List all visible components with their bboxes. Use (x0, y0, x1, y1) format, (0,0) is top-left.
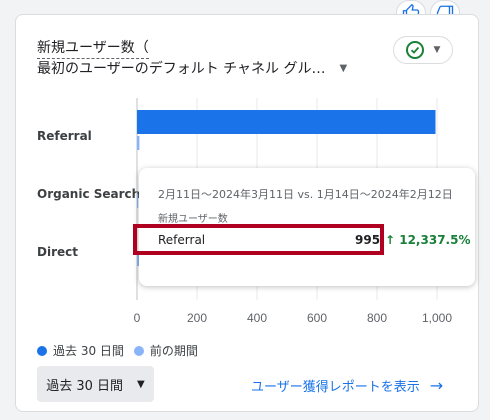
legend-label-previous: 前の期間 (149, 344, 198, 358)
legend-label-current: 過去 30 日間 (53, 344, 124, 358)
chart-legend: 過去 30 日間 前の期間 (37, 342, 208, 359)
highlight-annotation (133, 224, 384, 255)
period-select-label: 過去 30 日間 (46, 378, 124, 394)
category-label-direct: Direct (37, 245, 78, 259)
title-dimension[interactable]: 最初のユーザーのデフォルト チャネル グル… (37, 59, 325, 79)
view-acquisition-report-link[interactable]: ユーザー獲得レポートを表示 → (251, 376, 443, 395)
check-circle-icon (405, 41, 424, 59)
arrow-right-icon: → (429, 376, 444, 395)
report-link-label: ユーザー獲得レポートを表示 (251, 380, 420, 395)
legend-item-previous: 前の期間 (133, 342, 198, 359)
chevron-down-icon: ▼ (433, 45, 441, 55)
chevron-down-icon[interactable]: ▼ (339, 59, 347, 79)
title-metric[interactable]: 新規ユーザー数（ (37, 38, 149, 59)
card-title: 新規ユーザー数（ 最初のユーザーのデフォルト チャネル グル… ▼ (37, 38, 347, 79)
period-select[interactable]: 過去 30 日間 ▼ (37, 366, 154, 402)
tooltip-metric: 新規ユーザー数 (158, 214, 228, 225)
data-quality-button[interactable]: ▼ (393, 36, 453, 64)
dimension-selector[interactable]: 最初のユーザーのデフォルト チャネル グル… ▼ (37, 59, 347, 79)
tooltip-row-change: ↑ 12,337.5% (385, 233, 471, 247)
legend-dot-previous (133, 345, 144, 356)
category-label-organic-search: Organic Search (37, 187, 141, 201)
category-label-referral: Referral (37, 129, 92, 143)
legend-dot-current (37, 345, 47, 356)
tooltip-date-range: 2月11日～2024年3月11日 vs. 1月14日～2024年2月12日 (158, 188, 453, 201)
chevron-down-icon: ▼ (137, 378, 145, 390)
legend-item-current: 過去 30 日間 (37, 342, 124, 359)
